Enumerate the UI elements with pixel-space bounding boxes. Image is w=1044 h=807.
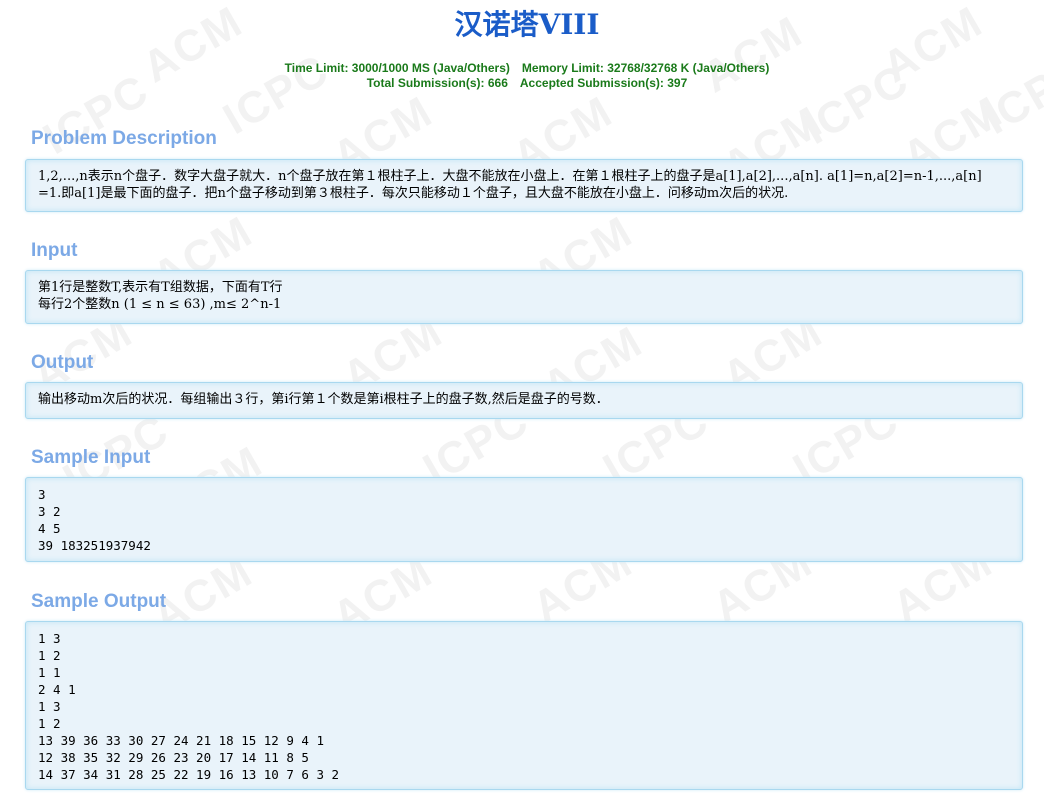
output-line: 输出移动m次后的状况．每组输出３行，第i行第１个数是第i根柱子上的盘子数,然后是…	[38, 392, 609, 407]
accepted-submissions: Accepted Submission(s): 397	[519, 76, 688, 90]
sample-output-line: 14 37 34 31 28 25 22 19 16 13 10 7 6 3 2	[38, 767, 340, 782]
sample-output-line: 13 39 36 33 30 27 24 21 18 15 12 9 4 1	[38, 733, 324, 748]
description-line: =1.即a[1]是最下面的盘子．把n个盘子移动到第３根柱子．每次只能移动１个盘子…	[38, 186, 789, 201]
sample-input-line: 4 5	[38, 521, 61, 536]
memory-limit: Memory Limit: 32768/32768 K (Java/Others…	[521, 61, 770, 75]
sample-input-line: 39 183251937942	[38, 538, 151, 553]
input-line: 第1行是整数T,表示有T组数据，下面有T行	[38, 280, 283, 295]
section-title-input: Input	[31, 240, 78, 261]
time-limit: Time Limit: 3000/1000 MS (Java/Others)	[284, 61, 510, 75]
section-title-sample-output: Sample Output	[31, 591, 167, 612]
problem-limits: Time Limit: 3000/1000 MS (Java/Others) Me…	[0, 61, 1044, 91]
sample-output-line: 1 1	[38, 665, 61, 680]
input-line: 每行2个整数n (1 ≤ n ≤ 63) ,m≤ 2^n-1	[38, 297, 282, 312]
sample-input-line: 3	[38, 487, 46, 502]
section-title-output: Output	[31, 352, 94, 373]
problem-title: 汉诺塔VIII	[454, 8, 600, 41]
description-panel: 1,2,...,n表示n个盘子．数字大盘子就大．n个盘子放在第１根柱子上．大盘不…	[25, 159, 1023, 212]
sample-output-line: 1 3	[38, 631, 61, 646]
section-title-description: Problem Description	[31, 128, 217, 149]
section-title-sample-input: Sample Input	[31, 447, 151, 468]
sample-output-line: 12 38 35 32 29 26 23 20 17 14 11 8 5	[38, 750, 309, 765]
sample-output-line: 1 2	[38, 648, 61, 663]
total-submissions: Total Submission(s): 666	[366, 76, 508, 90]
input-panel: 第1行是整数T,表示有T组数据，下面有T行 每行2个整数n (1 ≤ n ≤ 6…	[25, 270, 1023, 324]
sample-input-panel: 3 3 2 4 5 39 183251937942	[25, 477, 1023, 562]
sample-output-panel: 1 3 1 2 1 1 2 4 1 1 3 1 2 13 39 36 33 30 27 24…	[25, 621, 1023, 790]
sample-output-line: 1 2	[38, 716, 61, 731]
sample-output-line: 1 3	[38, 699, 61, 714]
sample-output-line: 2 4 1	[38, 682, 76, 697]
output-panel: 输出移动m次后的状况．每组输出３行，第i行第１个数是第i根柱子上的盘子数,然后是…	[25, 382, 1023, 419]
description-line: 1,2,...,n表示n个盘子．数字大盘子就大．n个盘子放在第１根柱子上．大盘不…	[38, 169, 982, 184]
sample-input-line: 3 2	[38, 504, 61, 519]
